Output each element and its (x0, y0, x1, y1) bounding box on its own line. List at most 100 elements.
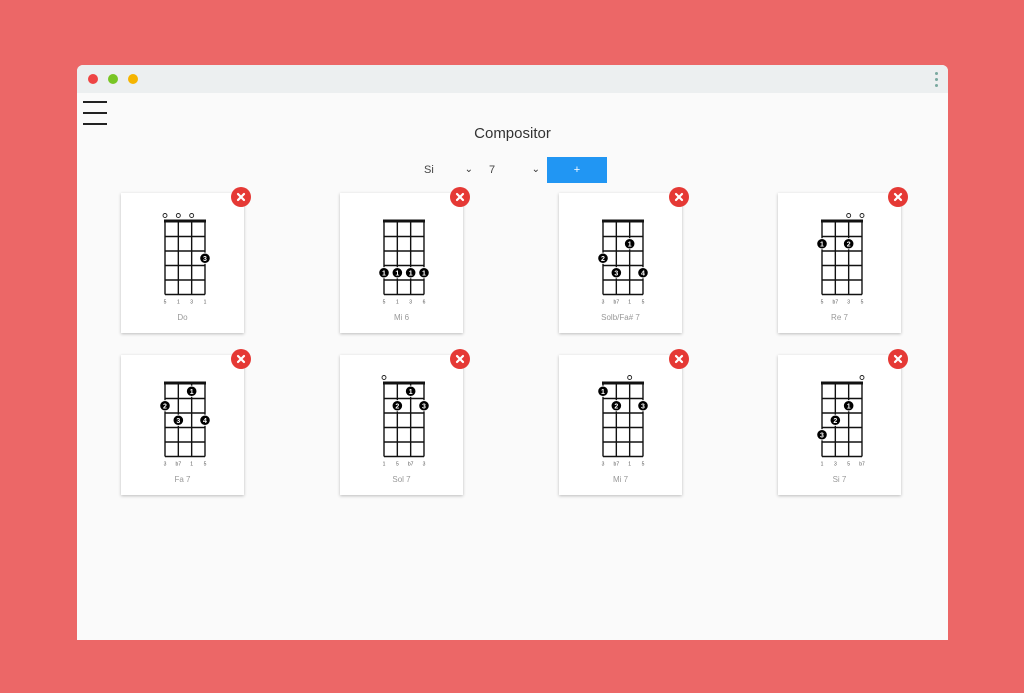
remove-chord-button[interactable] (231, 349, 251, 369)
nut (821, 219, 863, 223)
open-string-marker (859, 213, 865, 218)
nut (164, 381, 206, 385)
window-minimize-dot[interactable] (108, 74, 118, 84)
chord-diagram: 1 2 5 b7 3 5 (816, 213, 865, 306)
chevron-down-icon: ⌄ (464, 164, 473, 175)
chord-card[interactable]: 1 2 5 b7 3 5 Re 7 (778, 193, 901, 333)
window-maximize-dot[interactable] (128, 74, 138, 84)
finger-number: 3 (641, 403, 645, 410)
hamburger-menu-icon[interactable] (83, 101, 108, 125)
chord-name: Sol 7 (392, 475, 411, 484)
finger-number: 4 (641, 270, 645, 277)
close-icon (674, 354, 684, 364)
degree-label: 1 (628, 462, 631, 468)
degree-label: 1 (628, 300, 631, 306)
chord-card[interactable]: 1 2 3 1 3 5 b7 Si 7 (778, 355, 901, 495)
degree-label: 3 (423, 462, 426, 468)
open-string-marker (162, 213, 168, 218)
degree-label: b7 (176, 462, 182, 468)
degree-label: 5 (861, 300, 864, 306)
degree-label: b7 (614, 462, 620, 468)
degree-label: 1 (177, 300, 180, 306)
degree-label: b7 (833, 300, 839, 306)
degree-label: 5 (642, 462, 645, 468)
window-titlebar (77, 65, 948, 93)
root-note-select[interactable]: Si ⌄ (417, 157, 477, 183)
chord-name: Mi 6 (393, 313, 410, 322)
degree-label: 5 (204, 462, 207, 468)
degree-label: 3 (602, 462, 605, 468)
nut (383, 219, 425, 223)
chord-diagram: 3 5 1 3 1 (162, 213, 211, 306)
chord-type-select[interactable]: 7 ⌄ (482, 157, 544, 183)
finger-number: 1 (422, 270, 426, 277)
finger-number: 3 (176, 418, 180, 425)
nut (164, 219, 206, 223)
finger-number: 2 (847, 241, 851, 248)
chevron-down-icon: ⌄ (531, 164, 540, 175)
degree-label: 5 (847, 462, 850, 468)
chord-card[interactable]: 1 1 1 1 5 1 3 6 Mi 6 (340, 193, 463, 333)
add-chord-button[interactable]: + (547, 157, 607, 183)
close-icon (893, 192, 903, 202)
close-icon (455, 192, 465, 202)
close-icon (236, 354, 246, 364)
degree-label: 1 (396, 300, 399, 306)
remove-chord-button[interactable] (669, 187, 689, 207)
close-icon (893, 354, 903, 364)
window-close-dot[interactable] (88, 74, 98, 84)
finger-number: 1 (395, 270, 399, 277)
chord-card[interactable]: 1 2 3 4 3 b7 1 5 Fa 7 (121, 355, 244, 495)
remove-chord-button[interactable] (231, 187, 251, 207)
degree-label: 1 (821, 462, 824, 468)
chord-diagram: 1 2 3 4 3 b7 1 5 (597, 219, 649, 306)
degree-label: 5 (383, 300, 386, 306)
chord-diagram: 1 2 3 3 b7 1 5 (597, 375, 649, 468)
chord-card[interactable]: 1 2 3 4 3 b7 1 5 Solb/Fa# 7 (559, 193, 682, 333)
finger-number: 1 (382, 270, 386, 277)
degree-label: 3 (164, 462, 167, 468)
degree-label: 3 (190, 300, 193, 306)
root-note-value: Si (424, 164, 434, 176)
chord-name: Si 7 (832, 475, 847, 484)
degree-label: 1 (190, 462, 193, 468)
open-string-marker (189, 213, 195, 218)
chord-card[interactable]: 3 5 1 3 1 Do (121, 193, 244, 333)
finger-number: 2 (163, 403, 167, 410)
finger-number: 2 (614, 403, 618, 410)
degree-label: b7 (408, 462, 414, 468)
open-string-marker (381, 375, 387, 380)
page-title: Compositor (474, 125, 551, 142)
chord-card[interactable]: 1 2 3 3 b7 1 5 Mi 7 (559, 355, 682, 495)
degree-label: 5 (821, 300, 824, 306)
remove-chord-button[interactable] (450, 349, 470, 369)
degree-label: 1 (204, 300, 207, 306)
app-window: Compositor Si ⌄ 7 ⌄ + 3 5 1 3 1 Do 1 1 1 1 5 1 3 6 Mi … (77, 65, 948, 640)
chord-card[interactable]: 1 2 3 1 5 b7 3 Sol 7 (340, 355, 463, 495)
close-icon (236, 192, 246, 202)
close-icon (455, 354, 465, 364)
finger-number: 1 (847, 403, 851, 410)
nut (821, 381, 863, 385)
chord-name: Solb/Fa# 7 (601, 313, 640, 322)
finger-number: 2 (601, 256, 605, 263)
remove-chord-button[interactable] (669, 349, 689, 369)
chord-diagram: 1 1 1 1 5 1 3 6 (378, 219, 430, 306)
chord-name: Re 7 (831, 313, 848, 322)
finger-number: 1 (601, 389, 605, 396)
remove-chord-button[interactable] (888, 187, 908, 207)
degree-label: 6 (423, 300, 426, 306)
degree-label: 3 (834, 462, 837, 468)
finger-number: 3 (614, 270, 618, 277)
degree-label: b7 (614, 300, 620, 306)
remove-chord-button[interactable] (450, 187, 470, 207)
open-string-marker (627, 375, 633, 380)
finger-number: 1 (409, 270, 413, 277)
degree-label: 5 (642, 300, 645, 306)
remove-chord-button[interactable] (888, 349, 908, 369)
more-options-icon[interactable] (935, 72, 939, 88)
degree-label: b7 (859, 462, 865, 468)
degree-label: 5 (164, 300, 167, 306)
finger-number: 2 (833, 418, 837, 425)
open-string-marker (859, 375, 865, 380)
